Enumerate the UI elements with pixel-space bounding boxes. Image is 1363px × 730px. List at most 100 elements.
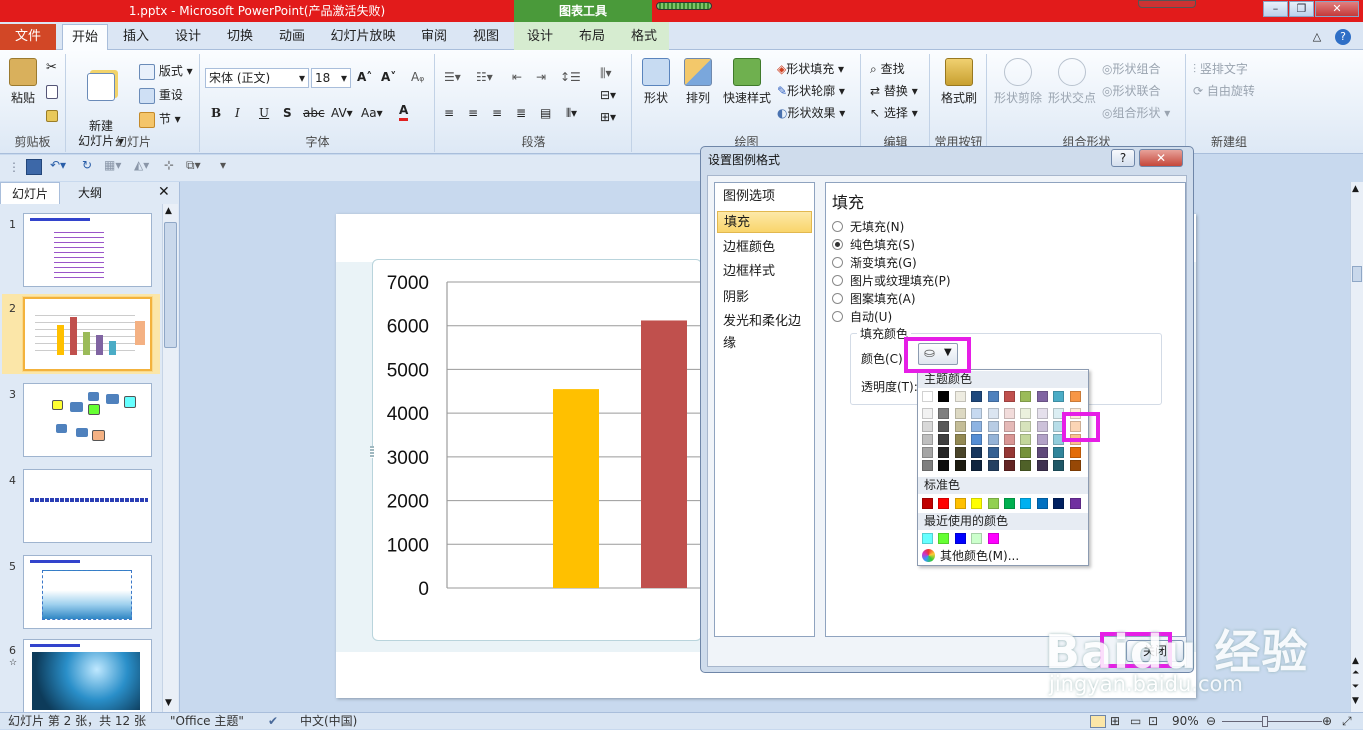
nav-glow-soft-edges[interactable]: 发光和柔化边缘 — [717, 311, 812, 351]
tab-slideshow[interactable]: 幻灯片放映 — [326, 24, 400, 50]
scrollbar-thumb[interactable] — [164, 222, 177, 348]
theme-shade-swatch[interactable] — [922, 447, 933, 458]
cut-icon[interactable]: ✂ — [46, 60, 57, 75]
close-window-button[interactable]: ✕ — [1315, 1, 1359, 17]
slide-thumbnail-6[interactable] — [23, 639, 152, 713]
theme-shade-swatch[interactable] — [1020, 460, 1032, 471]
scrollbar-thumb[interactable] — [1352, 266, 1362, 282]
replace-button[interactable]: ⇄ 替换 ▾ — [870, 82, 918, 99]
theme-shade-swatch[interactable] — [1069, 460, 1081, 471]
quick-styles-button[interactable]: 快速样式 — [721, 58, 773, 106]
standard-color-swatch[interactable] — [1036, 498, 1048, 509]
theme-shade-swatch[interactable] — [1053, 460, 1065, 471]
slide-thumbnail-3[interactable] — [23, 383, 152, 457]
tab-animations[interactable]: 动画 — [270, 24, 314, 50]
zoom-out-icon[interactable]: ⊖ — [1206, 713, 1216, 730]
shape-icon[interactable]: ◭▾ — [134, 158, 149, 172]
slides-pane-scrollbar[interactable]: ▲ ▼ — [162, 204, 178, 712]
bold-icon[interactable]: B — [211, 106, 221, 120]
tab-design[interactable]: 设计 — [166, 24, 210, 50]
theme-shade-swatch[interactable] — [938, 460, 950, 471]
normal-view-icon[interactable] — [1090, 715, 1106, 728]
shape-outline-button[interactable]: ✎形状轮廓 ▾ — [777, 82, 845, 99]
justify-icon[interactable]: ≣ — [516, 106, 526, 120]
format-painter-button[interactable]: 格式刷 — [937, 58, 981, 106]
theme-color-swatch[interactable] — [1069, 391, 1081, 402]
slide-thumbnail-5[interactable] — [23, 555, 152, 629]
layout-button[interactable]: 版式 ▾ — [139, 62, 193, 80]
shape-union-button[interactable]: ◎形状联合 — [1102, 82, 1161, 99]
align-icon[interactable]: ⊹ — [164, 158, 174, 172]
standard-color-swatch[interactable] — [987, 498, 999, 509]
theme-shade-swatch[interactable] — [987, 408, 999, 419]
scroll-down-icon[interactable]: ▼ — [165, 698, 172, 708]
theme-color-swatch[interactable] — [1036, 391, 1048, 402]
shape-subtract-button[interactable]: 形状剪除 — [992, 58, 1044, 106]
theme-color-swatch[interactable] — [938, 391, 950, 402]
numbering-icon[interactable]: ☷▾ — [476, 70, 493, 84]
standard-color-swatch[interactable] — [1053, 498, 1065, 509]
font-name-select[interactable]: 宋体 (正文) ▾ — [205, 68, 309, 88]
theme-shade-swatch[interactable] — [971, 434, 983, 445]
chart-frame[interactable]: 7000 6000 5000 4000 3000 2000 1000 0 — [370, 259, 703, 641]
theme-color-swatch[interactable] — [922, 391, 933, 402]
select-button[interactable]: ↖ 选择 ▾ — [870, 104, 918, 121]
editor-vertical-scrollbar[interactable]: ▲ ▲ ⏶ ⏷ ▼ — [1350, 182, 1363, 712]
theme-shade-swatch[interactable] — [1004, 434, 1015, 445]
align-left-icon[interactable]: ≡ — [444, 106, 454, 120]
slide-thumbnail-4[interactable] — [23, 469, 152, 543]
theme-shade-swatch[interactable] — [1004, 460, 1015, 471]
theme-shade-swatch[interactable] — [971, 421, 983, 432]
theme-shade-swatch[interactable] — [922, 460, 933, 471]
align-right-icon[interactable]: ≡ — [492, 106, 502, 120]
tab-chart-layout[interactable]: 布局 — [570, 24, 614, 50]
align-text-icon[interactable]: ⊟▾ — [600, 88, 616, 102]
language[interactable]: 中文(中国) — [300, 713, 357, 730]
theme-shade-swatch[interactable] — [954, 460, 966, 471]
nav-legend-options[interactable]: 图例选项 — [717, 186, 812, 208]
radio-solid-fill[interactable]: 纯色填充(S) — [832, 236, 915, 253]
shape-intersect-button[interactable]: 形状交点 — [1046, 58, 1098, 106]
theme-shade-swatch[interactable] — [922, 421, 933, 432]
recent-color-swatch[interactable] — [922, 533, 933, 544]
tab-transitions[interactable]: 切换 — [218, 24, 262, 50]
slideshow-icon[interactable]: ⊡ — [1148, 713, 1158, 730]
theme-shade-swatch[interactable] — [938, 421, 950, 432]
tab-insert[interactable]: 插入 — [114, 24, 158, 50]
nav-border-color[interactable]: 边框颜色 — [717, 237, 812, 259]
free-rotate-button[interactable]: ⟳ 自由旋转 — [1193, 82, 1255, 99]
theme-shade-swatch[interactable] — [938, 408, 950, 419]
combine-shape-button[interactable]: ◎组合形状 ▾ — [1102, 104, 1170, 121]
more-colors-item[interactable]: 其他颜色(M)... — [922, 548, 1084, 565]
theme-shade-swatch[interactable] — [954, 408, 966, 419]
radio-gradient-fill[interactable]: 渐变填充(G) — [832, 254, 917, 271]
arrange-button[interactable]: 排列 — [681, 58, 715, 106]
restore-button[interactable]: ❐ — [1289, 1, 1314, 17]
theme-shade-swatch[interactable] — [1020, 447, 1032, 458]
slide-thumbnail-2[interactable] — [22, 296, 153, 372]
shape-effect-button[interactable]: ◐形状效果 ▾ — [777, 104, 845, 121]
theme-shade-swatch[interactable] — [1053, 421, 1065, 432]
help-icon[interactable]: ? — [1330, 24, 1356, 50]
smartart-icon[interactable]: ⊞▾ — [600, 110, 616, 124]
tab-slides-pane[interactable]: 幻灯片 — [0, 182, 60, 204]
scroll-up-icon[interactable]: ▲ — [1352, 184, 1359, 194]
recent-color-swatch[interactable] — [954, 533, 966, 544]
line-spacing-icon[interactable]: ↕☰ — [560, 70, 581, 84]
bullets-icon[interactable]: ☰▾ — [444, 70, 461, 84]
insert-chart-icon[interactable]: ▦▾ — [104, 158, 121, 172]
distribute-icon[interactable]: ▤ — [540, 106, 551, 120]
recent-color-swatch[interactable] — [971, 533, 983, 544]
theme-shade-swatch[interactable] — [938, 447, 950, 458]
find-button[interactable]: ⌕ 查找 — [870, 60, 905, 77]
tab-file[interactable]: 文件 — [0, 24, 56, 50]
copy-icon[interactable] — [46, 84, 58, 99]
theme-shade-swatch[interactable] — [1053, 434, 1065, 445]
format-brush-icon[interactable] — [46, 108, 58, 122]
theme-shade-swatch[interactable] — [987, 460, 999, 471]
chart-bar[interactable] — [641, 320, 687, 588]
theme-color-swatch[interactable] — [971, 391, 983, 402]
theme-color-swatch[interactable] — [954, 391, 966, 402]
theme-shade-swatch[interactable] — [954, 421, 966, 432]
scroll-up-icon[interactable]: ▲ — [1352, 656, 1359, 666]
